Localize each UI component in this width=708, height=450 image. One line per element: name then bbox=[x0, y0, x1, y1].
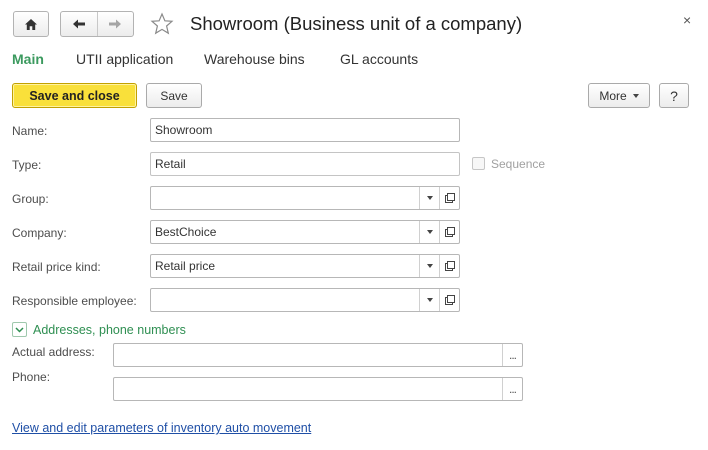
type-field[interactable]: Retail bbox=[150, 152, 460, 176]
chevron-down-icon bbox=[426, 298, 433, 302]
company-label: Company: bbox=[12, 226, 67, 240]
responsible-employee-label: Responsible employee: bbox=[12, 294, 137, 308]
history-navigation bbox=[60, 11, 134, 37]
group-open-button[interactable] bbox=[439, 187, 459, 209]
retail-price-kind-dropdown-button[interactable] bbox=[419, 255, 439, 277]
addresses-collapse-toggle[interactable] bbox=[12, 322, 27, 337]
tab-warehouse-bins[interactable]: Warehouse bins bbox=[204, 51, 305, 67]
close-icon[interactable]: × bbox=[683, 12, 691, 28]
phone-value bbox=[114, 378, 502, 400]
retail-price-kind-value: Retail price bbox=[155, 259, 216, 273]
sequence-checkbox[interactable] bbox=[472, 157, 485, 170]
retail-price-kind-label: Retail price kind: bbox=[12, 260, 101, 274]
forward-button[interactable] bbox=[96, 12, 134, 36]
group-dropdown-button[interactable] bbox=[419, 187, 439, 209]
sequence-label: Sequence bbox=[491, 157, 546, 171]
arrow-right-icon bbox=[109, 19, 122, 29]
more-button[interactable]: More bbox=[588, 83, 650, 108]
more-label: More bbox=[599, 88, 627, 103]
responsible-employee-value bbox=[151, 289, 419, 311]
phone-label: Phone: bbox=[12, 370, 51, 384]
arrow-left-icon bbox=[72, 19, 85, 29]
actual-address-value bbox=[114, 344, 502, 366]
tab-main[interactable]: Main bbox=[12, 51, 44, 67]
type-value: Retail bbox=[155, 157, 186, 171]
help-button[interactable]: ? bbox=[659, 83, 689, 108]
responsible-employee-open-button[interactable] bbox=[439, 289, 459, 311]
company-open-button[interactable] bbox=[439, 221, 459, 243]
responsible-employee-dropdown-button[interactable] bbox=[419, 289, 439, 311]
actual-address-label: Actual address: bbox=[12, 345, 95, 359]
open-window-icon bbox=[444, 261, 455, 271]
favorite-button[interactable] bbox=[150, 12, 174, 36]
chevron-down-icon bbox=[426, 196, 433, 200]
company-dropdown-button[interactable] bbox=[419, 221, 439, 243]
tab-utii-application[interactable]: UTII application bbox=[76, 51, 173, 67]
home-button[interactable] bbox=[13, 11, 49, 37]
name-field[interactable]: Showroom bbox=[150, 118, 460, 142]
retail-price-kind-open-button[interactable] bbox=[439, 255, 459, 277]
inventory-auto-movement-link[interactable]: View and edit parameters of inventory au… bbox=[12, 421, 311, 435]
name-label: Name: bbox=[12, 124, 48, 138]
retail-price-kind-field[interactable]: Retail price bbox=[150, 254, 460, 278]
responsible-employee-field[interactable] bbox=[150, 288, 460, 312]
phone-select-button[interactable]: ... bbox=[502, 378, 522, 400]
chevron-down-icon bbox=[15, 326, 24, 333]
actual-address-field[interactable]: ... bbox=[113, 343, 523, 367]
phone-field[interactable]: ... bbox=[113, 377, 523, 401]
group-field[interactable] bbox=[150, 186, 460, 210]
group-label: Group: bbox=[12, 192, 49, 206]
tab-gl-accounts[interactable]: GL accounts bbox=[340, 51, 418, 67]
open-window-icon bbox=[444, 227, 455, 237]
window-title: Showroom (Business unit of a company) bbox=[190, 13, 523, 34]
actual-address-select-button[interactable]: ... bbox=[502, 344, 522, 366]
addresses-section-title[interactable]: Addresses, phone numbers bbox=[33, 323, 186, 337]
chevron-down-icon bbox=[632, 93, 639, 98]
save-button[interactable]: Save bbox=[146, 83, 202, 108]
group-value bbox=[151, 187, 419, 209]
chevron-down-icon bbox=[426, 264, 433, 268]
name-value: Showroom bbox=[155, 123, 213, 137]
back-button[interactable] bbox=[61, 12, 97, 36]
star-icon bbox=[150, 12, 174, 35]
open-window-icon bbox=[444, 193, 455, 203]
home-icon bbox=[25, 18, 37, 30]
company-value: BestChoice bbox=[155, 225, 217, 239]
open-window-icon bbox=[444, 295, 455, 305]
company-field[interactable]: BestChoice bbox=[150, 220, 460, 244]
chevron-down-icon bbox=[426, 230, 433, 234]
type-label: Type: bbox=[12, 158, 42, 172]
save-and-close-button[interactable]: Save and close bbox=[12, 83, 137, 108]
